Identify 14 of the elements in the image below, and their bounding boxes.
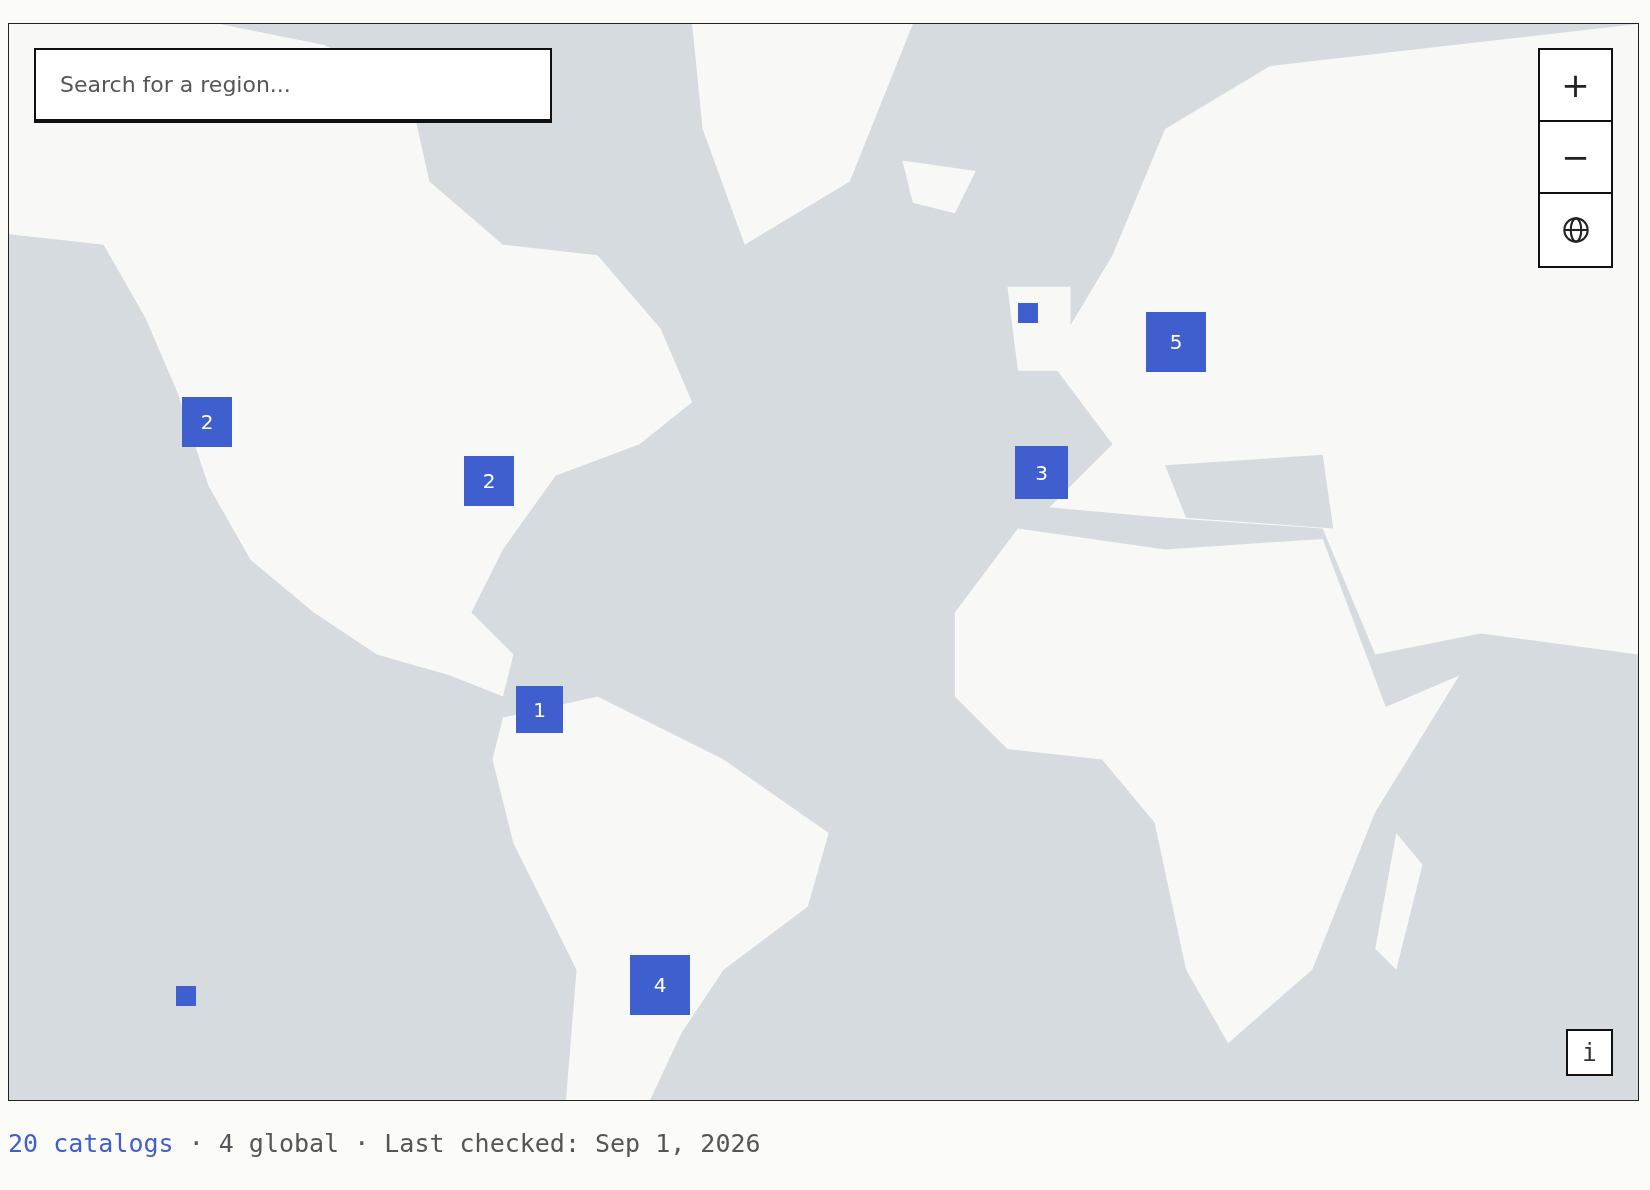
map[interactable]: Search for a region... + − 2 2 1 4 3 5 i bbox=[8, 23, 1639, 1101]
cluster-marker[interactable]: 2 bbox=[182, 397, 232, 447]
location-marker[interactable] bbox=[1018, 303, 1038, 323]
info-button[interactable]: i bbox=[1566, 1029, 1613, 1076]
cluster-marker[interactable]: 5 bbox=[1146, 312, 1206, 372]
cluster-marker[interactable]: 2 bbox=[464, 456, 514, 506]
catalogs-link[interactable]: 20 catalogs bbox=[8, 1129, 174, 1158]
cluster-marker[interactable]: 1 bbox=[516, 686, 563, 733]
catalog-summary: 20 catalogs · 4 global · Last checked: Sep 1, 2026 bbox=[8, 1129, 762, 1158]
cluster-marker[interactable]: 4 bbox=[630, 955, 690, 1015]
location-marker[interactable] bbox=[176, 986, 196, 1006]
globe-icon bbox=[1561, 216, 1590, 244]
search-field[interactable]: Search for a region... bbox=[34, 48, 552, 123]
cluster-marker[interactable]: 3 bbox=[1015, 446, 1068, 499]
